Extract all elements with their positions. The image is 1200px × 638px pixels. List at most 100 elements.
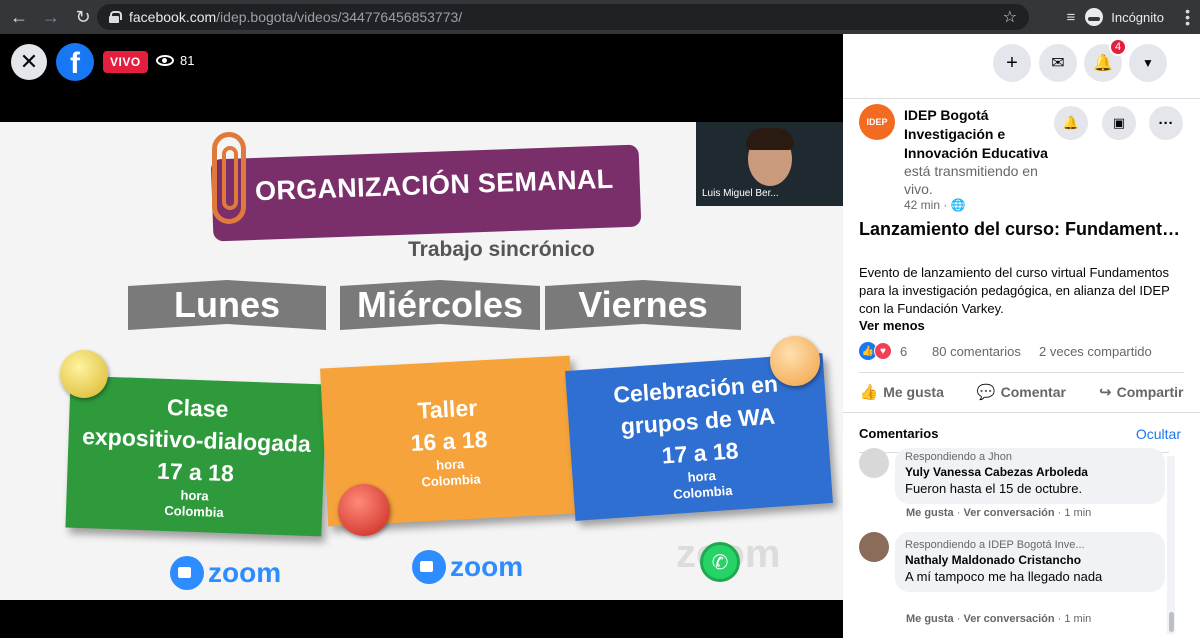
plus-icon: + (1006, 51, 1018, 74)
comment-text: Fueron hasta el 15 de octubre. (905, 481, 1083, 496)
url-host: facebook.com (129, 9, 217, 25)
messenger-icon: ✉ (1051, 55, 1065, 72)
like-label: Me gusta (883, 384, 944, 400)
actions-divider-bottom (843, 412, 1200, 413)
comment-time[interactable]: 1 min (1064, 613, 1091, 625)
save-button[interactable]: ▣ (1102, 106, 1136, 140)
card-unit2: Colombia (164, 502, 224, 520)
page-name[interactable]: IDEP Bogotá Investigación e Innovación E… (904, 106, 1054, 163)
zoom-text: zoom (450, 551, 524, 582)
see-less-link[interactable]: Ver menos (859, 318, 925, 333)
view-conversation-link[interactable]: Ver conversación (963, 613, 1054, 625)
top-divider (843, 98, 1200, 99)
speaker-name: Luis Miguel Ber... (702, 188, 779, 199)
back-arrow-icon[interactable]: ← (6, 4, 32, 30)
video-player[interactable]: ✕ f VIVO 81 ORGANIZACIÓN SEMANAL Trabajo… (0, 34, 843, 638)
card-unit1: hora (435, 456, 465, 473)
comment-label: Comentar (1000, 384, 1066, 400)
close-button[interactable]: ✕ (11, 44, 47, 80)
card-unit2: Colombia (421, 471, 482, 490)
zoom-logo-lunes: zoom (170, 556, 281, 590)
create-button[interactable]: + (993, 44, 1031, 82)
zoom-text: zoom (208, 557, 282, 588)
card-line1: Taller (416, 394, 478, 424)
whatsapp-icon: ✆ (700, 542, 740, 582)
more-options-button[interactable]: ··· (1149, 106, 1183, 140)
yellow-pin-icon (60, 350, 108, 398)
day-ribbon-miercoles: Miércoles (340, 280, 540, 330)
like-button[interactable]: 👍 Me gusta (860, 383, 944, 401)
inbox-icon: ▣ (1112, 115, 1126, 130)
lock-icon (109, 11, 122, 23)
avatar[interactable] (859, 532, 889, 562)
card-line1: Clase (166, 393, 229, 423)
post-time[interactable]: 42 min · 🌐 (904, 198, 966, 212)
comment-like-link[interactable]: Me gusta (906, 613, 954, 625)
comments-scrollbar-thumb[interactable] (1169, 612, 1174, 632)
incognito-label: Incógnito (1111, 9, 1164, 25)
comment-time[interactable]: 1 min (1064, 507, 1091, 519)
live-badge: VIVO (103, 51, 148, 73)
follow-bell-button[interactable]: 🔔 (1054, 106, 1088, 140)
comment-bubble: Respondiendo a Jhon Yuly Vanessa Cabezas… (895, 448, 1165, 504)
comments-count[interactable]: 80 comentarios (932, 344, 1021, 359)
hide-comments-link[interactable]: Ocultar (1136, 426, 1181, 442)
comments-scrollbar[interactable] (1167, 456, 1175, 634)
comment-like-link[interactable]: Me gusta (906, 507, 954, 519)
bookmark-star-icon[interactable]: ☆ (1003, 7, 1017, 27)
browser-menu-icon[interactable]: • • • (1185, 4, 1190, 30)
day-ribbon-viernes: Viernes (545, 280, 741, 330)
time-ago: 42 min (904, 198, 941, 212)
globe-icon: 🌐 (950, 198, 966, 212)
viewer-count-value: 81 (180, 53, 195, 68)
viewer-count: 81 (156, 53, 194, 68)
speaker-video-thumbnail: Luis Miguel Ber... (696, 122, 843, 206)
comments-header: Comentarios (859, 426, 939, 441)
address-bar[interactable]: facebook.com/idep.bogota/videos/34477645… (97, 4, 1029, 30)
reload-icon[interactable]: ↻ (70, 4, 96, 30)
red-pin-icon (338, 484, 390, 536)
comment-bubble: Respondiendo a IDEP Bogotá Inve... Natha… (895, 532, 1165, 592)
share-arrow-icon: ↪ (1099, 384, 1112, 401)
post-description: Evento de lanzamiento del curso virtual … (859, 265, 1170, 316)
facebook-logo-icon[interactable]: f (56, 43, 94, 81)
zoom-camera-icon (412, 550, 446, 584)
comment-author[interactable]: Nathaly Maldonado Cristancho (905, 552, 1155, 568)
card-unit1: hora (180, 487, 209, 504)
reactions-summary[interactable]: 👍 ♥ 6 (859, 342, 907, 360)
comment-text: A mí tampoco me ha llegado nada (905, 569, 1103, 584)
incognito-indicator[interactable]: Incógnito (1085, 8, 1164, 26)
url-path: /idep.bogota/videos/344776456853773/ (216, 9, 463, 25)
card-line2: expositivo-dialogada (81, 423, 312, 457)
slide-subtitle: Trabajo sincrónico (408, 238, 595, 261)
love-reaction-icon: ♥ (874, 342, 892, 360)
view-conversation-link[interactable]: Ver conversación (963, 507, 1054, 519)
forward-arrow-icon[interactable]: → (38, 4, 64, 30)
avatar[interactable] (859, 448, 889, 478)
browser-right-controls: ≡ Incógnito • • • (1066, 0, 1200, 34)
card-time: 17 a 18 (156, 457, 235, 487)
thumbs-up-icon: 👍 (859, 384, 879, 401)
post-actions: 👍 Me gusta 💬 Comentar ↪ Compartir (843, 378, 1200, 406)
presentation-slide: ORGANIZACIÓN SEMANAL Trabajo sincrónico … (0, 122, 843, 600)
notification-badge: 4 (1109, 38, 1127, 56)
messenger-button[interactable]: ✉ (1039, 44, 1077, 82)
comment-author[interactable]: Yuly Vanessa Cabezas Arboleda (905, 464, 1155, 480)
reply-context[interactable]: Respondiendo a Jhon (905, 450, 1155, 464)
share-button[interactable]: ↪ Compartir (1099, 383, 1183, 401)
speaker-hair (746, 128, 794, 150)
account-menu-button[interactable]: ▼ (1129, 44, 1167, 82)
bell-icon: 🔔 (1093, 55, 1113, 72)
zoom-camera-icon (170, 556, 204, 590)
comment-bubble-icon: 💬 (976, 384, 996, 401)
reading-list-icon[interactable]: ≡ (1066, 9, 1075, 26)
comment-button[interactable]: 💬 Comentar (977, 383, 1066, 401)
caret-down-icon: ▼ (1142, 56, 1154, 70)
page-avatar[interactable]: IDEP (859, 104, 895, 140)
reply-context[interactable]: Respondiendo a IDEP Bogotá Inve... (905, 538, 1155, 552)
eye-icon (156, 55, 174, 66)
close-icon: ✕ (19, 49, 39, 74)
comment-meta: Me gusta · Ver conversación · 1 min (906, 507, 1092, 519)
shares-count[interactable]: 2 veces compartido (1039, 344, 1152, 359)
post-title[interactable]: Lanzamiento del curso: Fundamentos para … (859, 218, 1189, 240)
